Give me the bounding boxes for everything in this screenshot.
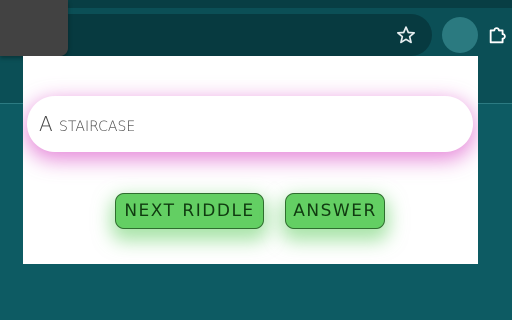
address-bar[interactable] [40,14,432,56]
star-icon[interactable] [396,25,416,45]
riddle-popup: A staircase NEXT RIDDLE ANSWER [23,56,478,264]
dark-overlay-panel [0,0,68,56]
answer-button[interactable]: ANSWER [285,193,385,229]
puzzle-icon[interactable] [487,24,509,46]
tab-strip [0,0,512,8]
answer-display: A staircase [27,96,473,152]
next-riddle-button[interactable]: NEXT RIDDLE [115,193,264,229]
profile-button[interactable] [442,17,478,53]
